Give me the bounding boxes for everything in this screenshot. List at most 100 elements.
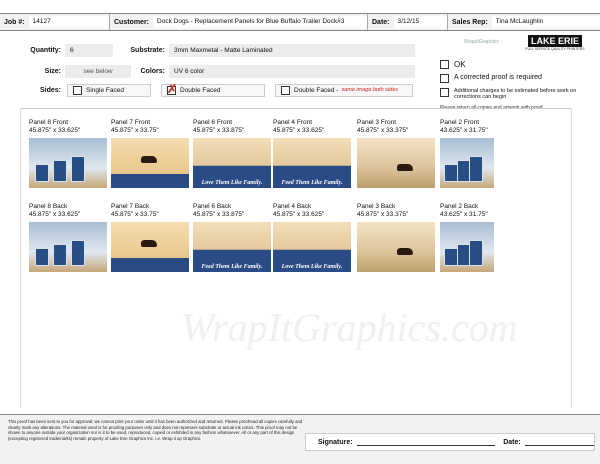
- panel-size: 45.875" x 33.375": [357, 127, 409, 134]
- proof-panel: Panel 7 Front 45.875" x 33.75": [111, 119, 191, 188]
- food-bag-graphic: [469, 240, 484, 266]
- date-cell: Date: 3/12/15: [368, 14, 448, 30]
- ok-checkbox[interactable]: [440, 60, 449, 69]
- proof-header: Job #: 14127 Customer: Dock Dogs - Repla…: [0, 13, 600, 31]
- customer-value: Dock Dogs - Replacement Panels for Blue …: [153, 16, 367, 28]
- quantity-field: 6: [65, 44, 113, 57]
- single-faced-checkbox[interactable]: [73, 86, 82, 95]
- quantity-row: Quantity: 6: [23, 44, 113, 57]
- substrate-row: Substrate: 3mm Maxmetal - Matte Laminate…: [123, 44, 415, 57]
- proof-panel: Panel 6 Front 45.875" x 33.875" Love Them …: [193, 119, 273, 188]
- charges-checkbox[interactable]: [440, 88, 449, 97]
- panel-artwork-image: [111, 138, 189, 188]
- panel-tagline: Feed Them Like Family.: [201, 264, 263, 270]
- signature-line[interactable]: [356, 438, 496, 446]
- panel-title: Panel 2 Back: [440, 203, 479, 210]
- panel-artwork-image: [357, 222, 435, 272]
- order-specs: Quantity: 6 Substrate: 3mm Maxmetal - Ma…: [23, 40, 428, 100]
- food-bag-graphic: [35, 248, 49, 266]
- panel-title: Panel 7 Back: [111, 203, 150, 210]
- panel-tagline: Love Them Like Family.: [201, 180, 263, 186]
- proof-panel: Panel 8 Back 45.875" x 33.625": [29, 203, 109, 272]
- colors-field: UV 6 color: [169, 65, 415, 78]
- food-bag-graphic: [71, 240, 85, 266]
- single-faced-option[interactable]: Single Faced: [67, 84, 151, 97]
- panel-title: Panel 6 Front: [193, 119, 233, 126]
- panel-artwork-image: [111, 222, 189, 272]
- panel-size: 45.875" x 33.375": [357, 211, 409, 218]
- ok-label: OK: [454, 60, 466, 69]
- date-sign-label: Date:: [503, 438, 521, 446]
- job-number-value: 14127: [28, 16, 109, 28]
- date-label: Date:: [372, 18, 390, 26]
- panel-tagline: Love Them Like Family.: [281, 264, 343, 270]
- food-bag-graphic: [469, 156, 484, 182]
- double-faced-label: Double Faced: [180, 87, 221, 94]
- double-faced-same-checkbox[interactable]: [281, 86, 290, 95]
- approval-box: OK A corrected proof is required Additio…: [440, 46, 590, 111]
- proof-footer: This proof has been sent to you for appr…: [0, 414, 600, 464]
- quantity-label: Quantity:: [30, 47, 61, 54]
- signature-label: Signature:: [318, 438, 353, 446]
- panel-size: 45.875" x 33.625": [273, 127, 325, 134]
- sales-rep-label: Sales Rep:: [452, 18, 488, 26]
- panel-title: Panel 7 Front: [111, 119, 151, 126]
- double-faced-same-option[interactable]: Double Faced - same image both sides: [275, 84, 413, 97]
- date-value: 3/12/15: [393, 16, 447, 28]
- signature-box: Signature: Date:: [305, 433, 595, 451]
- job-number-label: Job #:: [4, 18, 25, 26]
- approval-corrected[interactable]: A corrected proof is required: [440, 74, 590, 83]
- panel-artwork-image: Love Them Like Family.: [193, 138, 271, 188]
- corrected-checkbox[interactable]: [440, 74, 449, 83]
- watermark: WrapItGraphics.com: [181, 305, 518, 350]
- sales-rep-cell: Sales Rep: Tina McLaughlin: [448, 14, 600, 30]
- size-field: see below: [65, 65, 131, 78]
- dog-silhouette: [141, 156, 157, 163]
- food-bag-graphic: [35, 164, 49, 182]
- proof-panel: Panel 2 Front 43.625" x 31.75": [440, 119, 520, 188]
- panel-size: 45.875" x 33.75": [111, 211, 159, 218]
- panel-title: Panel 4 Front: [273, 119, 313, 126]
- panel-size: 43.625" x 31.75": [440, 127, 488, 134]
- proof-panel: Panel 2 Back 43.625" x 31.75": [440, 203, 520, 272]
- double-faced-same-label: Double Faced -: [294, 87, 339, 94]
- panel-size: 45.875" x 33.75": [111, 127, 159, 134]
- panel-artwork-image: [29, 138, 107, 188]
- panel-title: Panel 8 Back: [29, 203, 68, 210]
- panel-artwork-image: [440, 222, 494, 272]
- single-faced-label: Single Faced: [86, 87, 124, 94]
- panel-title: Panel 6 Back: [193, 203, 232, 210]
- proof-panel: Panel 3 Front 45.875" x 33.375": [357, 119, 437, 188]
- panel-artwork-image: [357, 138, 435, 188]
- dog-silhouette: [397, 164, 413, 171]
- approval-ok[interactable]: OK: [440, 60, 590, 69]
- approval-charges[interactable]: Additional charges to be estimated befor…: [440, 88, 590, 100]
- panel-artwork-image: Feed Them Like Family.: [193, 222, 271, 272]
- proof-panel: Panel 4 Back 45.875" x 33.625" Love Them L…: [273, 203, 353, 272]
- customer-label: Customer:: [114, 18, 150, 26]
- panel-size: 43.625" x 31.75": [440, 211, 488, 218]
- panel-artwork-image: [29, 222, 107, 272]
- job-number-cell: Job #: 14127: [0, 14, 110, 30]
- charges-label: Additional charges to be estimated befor…: [454, 88, 577, 100]
- double-faced-checkbox[interactable]: ✗: [167, 83, 177, 96]
- double-faced-same-note: same image both sides: [341, 87, 399, 93]
- sides-row: Sides: Single Faced ✗ Double Faced Doubl…: [23, 83, 413, 97]
- proof-panel: Panel 3 Back 45.875" x 33.375": [357, 203, 437, 272]
- proof-panel: Panel 4 Front 45.875" x 33.625" Feed Them …: [273, 119, 353, 188]
- food-bag-graphic: [53, 244, 67, 266]
- date-sign-line[interactable]: [524, 438, 594, 446]
- substrate-label: Substrate:: [130, 47, 165, 54]
- disclaimer-text: This proof has been sent to you for appr…: [8, 419, 303, 441]
- substrate-field: 3mm Maxmetal - Matte Laminated: [169, 44, 415, 57]
- food-bag-graphic: [53, 160, 67, 182]
- double-faced-option[interactable]: ✗ Double Faced: [161, 83, 265, 97]
- panel-size: 45.875" x 33.625": [29, 127, 81, 134]
- panel-size: 45.875" x 33.875": [193, 127, 245, 134]
- panel-size: 45.875" x 33.625": [273, 211, 325, 218]
- size-row: Size: see below: [23, 65, 131, 78]
- sides-label: Sides:: [39, 87, 61, 94]
- food-bag-graphic: [71, 156, 85, 182]
- panel-artwork-image: Feed Them Like Family.: [273, 138, 351, 188]
- proof-panel: Panel 6 Back 45.875" x 33.875" Feed Them L…: [193, 203, 273, 272]
